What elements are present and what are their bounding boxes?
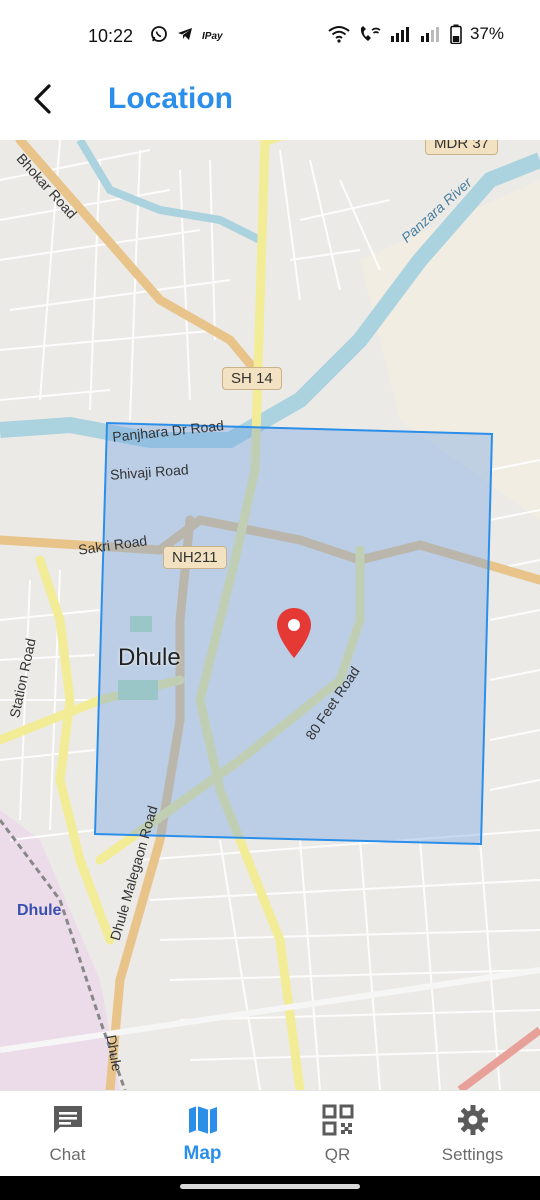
back-button[interactable] xyxy=(22,80,64,122)
nav-item-chat[interactable]: Chat xyxy=(0,1091,135,1176)
nav-item-map[interactable]: Map xyxy=(135,1091,270,1176)
status-app-icons: IPay xyxy=(150,25,223,48)
nav-label-map: Map xyxy=(183,1143,222,1164)
map-label-station: Dhule xyxy=(17,902,62,919)
map-tiles xyxy=(0,140,540,1090)
back-arrow-icon xyxy=(31,83,55,120)
qr-icon xyxy=(321,1103,355,1137)
nav-label-qr: QR xyxy=(324,1145,351,1164)
map-icon xyxy=(186,1103,220,1137)
map-label-mdr37: MDR 37 xyxy=(425,140,499,155)
whatsapp-icon xyxy=(150,25,168,48)
status-time: 10:22 xyxy=(88,26,134,46)
battery-icon xyxy=(450,24,462,44)
map-pin-icon[interactable] xyxy=(275,606,313,660)
gesture-area xyxy=(0,1176,540,1200)
app-bar: Location xyxy=(0,72,540,140)
nav-item-qr[interactable]: QR xyxy=(270,1091,405,1176)
wifi-call-icon xyxy=(358,25,382,43)
bottom-navigation: Chat Map QR Settings xyxy=(0,1090,540,1176)
gear-icon xyxy=(456,1103,490,1137)
map-view[interactable]: Bhokar Road MDR 37 Panzara River SH 14 P… xyxy=(0,140,540,1090)
nav-label-chat: Chat xyxy=(49,1145,86,1164)
signal-icon xyxy=(390,26,412,42)
nav-item-settings[interactable]: Settings xyxy=(405,1091,540,1176)
ipay-icon: IPay xyxy=(202,30,223,42)
wifi-icon xyxy=(328,25,350,43)
nav-label-settings: Settings xyxy=(441,1145,504,1164)
map-label-nh211: NH211 xyxy=(163,546,227,569)
status-indicators: 37% xyxy=(328,24,504,44)
map-label-sh14: SH 14 xyxy=(222,367,282,390)
gesture-handle[interactable] xyxy=(180,1184,360,1189)
telegram-icon xyxy=(176,25,194,48)
page-title: Location xyxy=(108,82,233,115)
map-label-city: Dhule xyxy=(118,644,181,671)
status-bar: 10:22 IPay 37% xyxy=(0,0,540,72)
battery-percentage: 37% xyxy=(469,24,504,43)
signal-icon xyxy=(420,26,442,42)
chat-icon xyxy=(51,1103,85,1137)
